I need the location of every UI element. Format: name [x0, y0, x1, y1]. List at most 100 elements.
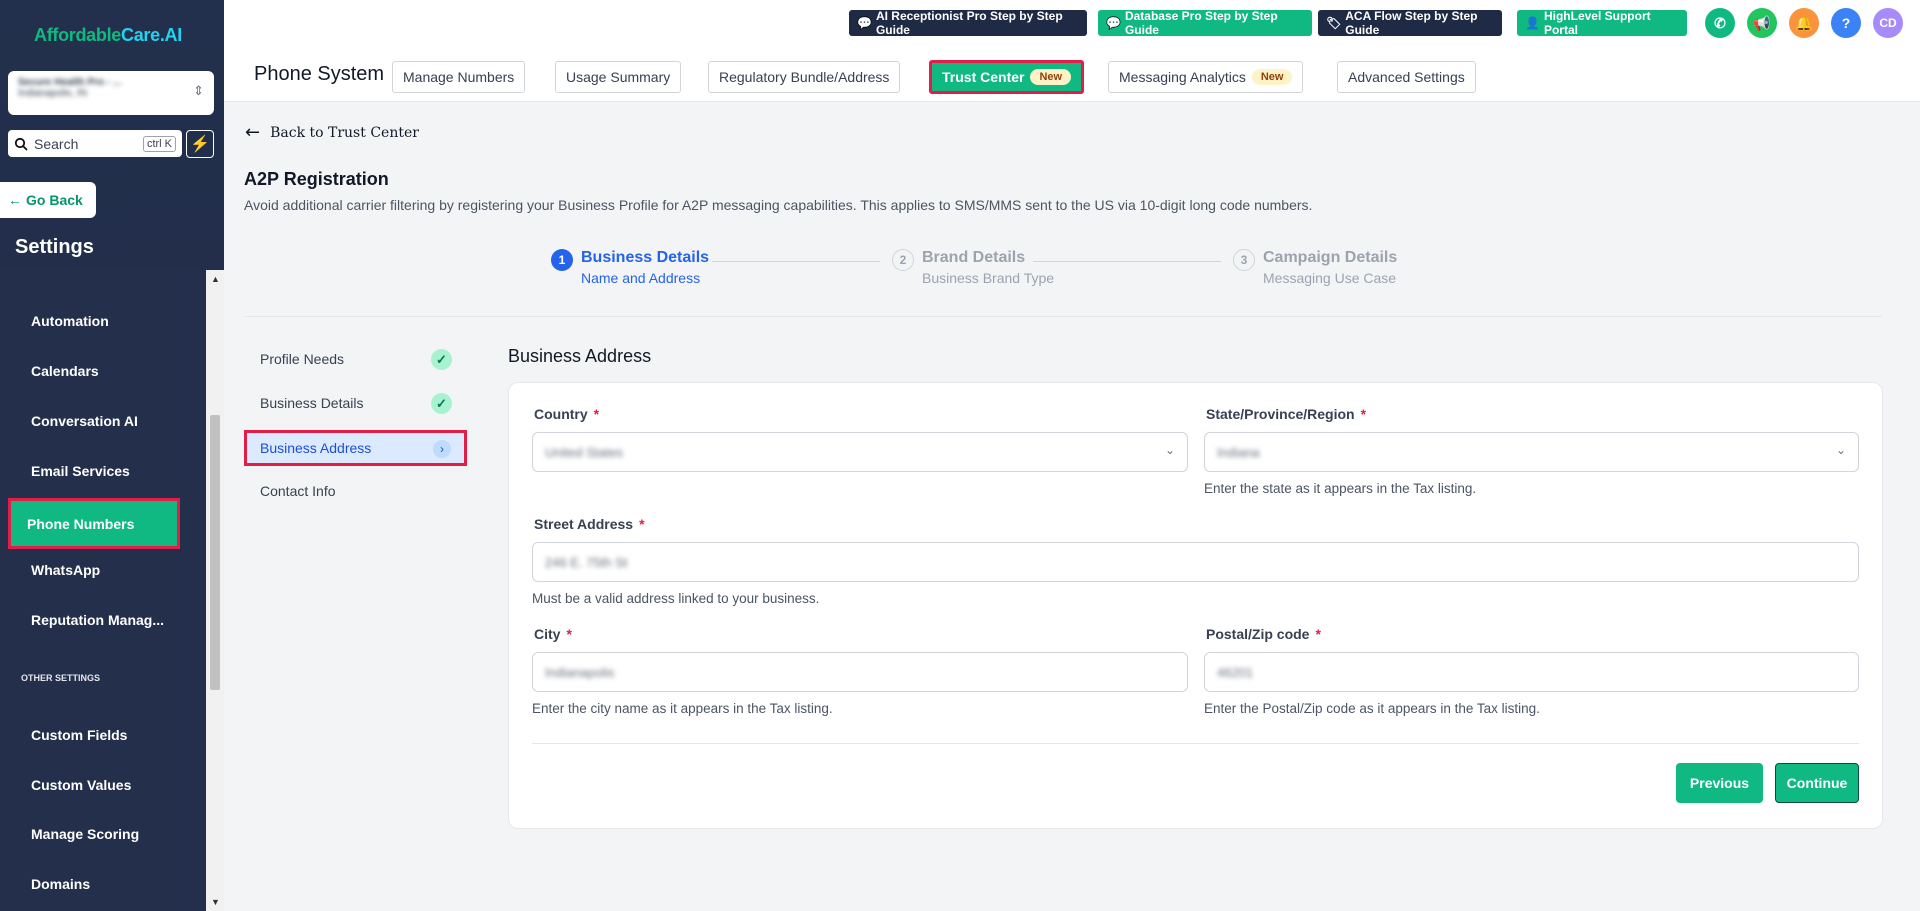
tab-messaging-analytics[interactable]: Messaging Analytics New: [1108, 61, 1304, 93]
top-bar: 💬 AI Receptionist Pro Step by Step Guide …: [224, 0, 1920, 48]
phone-icon[interactable]: ✆: [1705, 8, 1735, 38]
new-badge: New: [1030, 69, 1072, 85]
chevron-right-icon: ›: [433, 440, 451, 458]
country-select[interactable]: United States ⌄: [532, 432, 1188, 472]
step-connector: [712, 261, 880, 262]
tab-label: Usage Summary: [566, 69, 671, 85]
label-text: Postal/Zip code: [1206, 626, 1310, 642]
scrollbar-thumb[interactable]: [210, 415, 220, 690]
chat-icon: 💬: [857, 16, 872, 30]
sidebar-item-whatsapp[interactable]: WhatsApp: [31, 562, 100, 578]
zip-help: Enter the Postal/Zip code as it appears …: [1204, 701, 1540, 716]
chat-icon: 💬: [1106, 16, 1121, 30]
support-portal-label: HighLevel Support Portal: [1543, 9, 1651, 37]
subnav-business-address[interactable]: Business Address ›: [244, 430, 467, 466]
megaphone-icon[interactable]: 📢: [1747, 8, 1777, 38]
back-to-trust-center-link[interactable]: ← Back to Trust Center: [245, 122, 419, 143]
sidebar-item-domains[interactable]: Domains: [31, 876, 90, 892]
ai-receptionist-guide-label: AI Receptionist Pro Step by Step Guide: [875, 9, 1063, 37]
tab-label: Trust Center: [942, 69, 1025, 85]
state-select[interactable]: Indiana ⌄: [1204, 432, 1859, 472]
page-title: Phone System: [254, 63, 385, 85]
chevron-down-icon: ⌄: [1164, 443, 1175, 457]
street-help: Must be a valid address linked to your b…: [532, 591, 820, 606]
account-switcher[interactable]: Secure Health Pro - ... Indianapolis, IN…: [8, 71, 214, 115]
section-description: Avoid additional carrier filtering by re…: [244, 197, 1313, 213]
scroll-up-icon[interactable]: ▲: [211, 274, 220, 284]
subnav-contact-info[interactable]: Contact Info: [260, 483, 336, 499]
tag-icon: 🏷: [1326, 16, 1342, 30]
sidebar-item-calendars[interactable]: Calendars: [31, 363, 99, 379]
sidebar: AffordableCare.AI Secure Health Pro - ..…: [0, 0, 224, 911]
sidebar-item-email-services[interactable]: Email Services: [31, 463, 130, 479]
other-settings-label: OTHER SETTINGS: [21, 673, 101, 683]
country-value: United States: [545, 444, 624, 460]
account-location: Indianapolis, IN: [18, 88, 87, 99]
step-connector: [1033, 261, 1221, 262]
search-shortcut: ctrl K: [142, 135, 176, 152]
sidebar-item-manage-scoring[interactable]: Manage Scoring: [31, 826, 139, 842]
sidebar-item-custom-fields[interactable]: Custom Fields: [31, 727, 127, 743]
sidebar-scrollbar[interactable]: ▲ ▼: [206, 270, 224, 911]
tab-manage-numbers[interactable]: Manage Numbers: [392, 61, 526, 93]
account-name: Secure Health Pro - ...: [18, 77, 122, 88]
step-title: Brand Details: [922, 249, 1026, 266]
city-value: Indianapolis: [545, 664, 615, 680]
street-value: 246 E. 75th St: [545, 554, 628, 570]
label-text: State/Province/Region: [1206, 406, 1355, 422]
bell-icon[interactable]: 🔔: [1789, 8, 1819, 38]
previous-button[interactable]: Previous: [1676, 763, 1763, 803]
zip-value: 46201: [1217, 664, 1254, 680]
database-guide-label: Database Pro Step by Step Guide: [1124, 9, 1278, 37]
street-label: Street Address *: [534, 516, 645, 532]
go-back-button[interactable]: ← Go Back: [0, 182, 96, 218]
subnav-business-details[interactable]: Business Details: [260, 395, 364, 411]
sidebar-item-phone-numbers[interactable]: Phone Numbers: [8, 498, 180, 549]
check-icon: ✓: [431, 393, 452, 414]
search-input[interactable]: Search ctrl K: [8, 130, 182, 157]
section-heading: A2P Registration: [244, 169, 389, 189]
country-label: Country *: [534, 406, 599, 422]
zip-label: Postal/Zip code *: [1206, 626, 1321, 642]
step-number: 3: [1233, 249, 1255, 271]
arrow-left-icon: ←: [245, 122, 261, 143]
ai-receptionist-guide-button[interactable]: 💬 AI Receptionist Pro Step by Step Guide: [849, 9, 1087, 37]
tab-advanced-settings[interactable]: Advanced Settings: [1337, 61, 1476, 93]
chevron-down-icon: ⌄: [1835, 443, 1846, 457]
tab-regulatory-bundle[interactable]: Regulatory Bundle/Address: [708, 61, 901, 93]
step-title: Campaign Details: [1263, 249, 1398, 266]
label-text: Street Address: [534, 516, 634, 532]
tab-trust-center[interactable]: Trust Center New: [929, 60, 1085, 94]
sidebar-item-reputation[interactable]: Reputation Manag...: [31, 612, 164, 628]
street-address-input[interactable]: 246 E. 75th St: [532, 542, 1859, 582]
city-label: City *: [534, 626, 572, 642]
sidebar-item-automation[interactable]: Automation: [31, 313, 109, 329]
tab-usage-summary[interactable]: Usage Summary: [555, 61, 682, 93]
tab-label: Messaging Analytics: [1119, 69, 1246, 85]
sidebar-item-custom-values[interactable]: Custom Values: [31, 777, 131, 793]
user-icon: 👤: [1525, 16, 1540, 30]
sidebar-item-conversation-ai[interactable]: Conversation AI: [31, 413, 138, 429]
subnav-label: Business Address: [260, 440, 372, 456]
scroll-down-icon[interactable]: ▼: [211, 897, 220, 907]
subnav-profile-needs[interactable]: Profile Needs: [260, 351, 344, 367]
check-icon: ✓: [431, 349, 452, 370]
avatar[interactable]: CD: [1873, 8, 1903, 38]
continue-button[interactable]: Continue: [1775, 763, 1859, 803]
step-business-details: 1 Business Details Name and Address: [551, 249, 709, 286]
tab-label: Advanced Settings: [1348, 69, 1465, 85]
zip-input[interactable]: 46201: [1204, 652, 1859, 692]
required-mark: *: [639, 516, 645, 532]
city-input[interactable]: Indianapolis: [532, 652, 1188, 692]
aca-flow-guide-button[interactable]: 🏷 ACA Flow Step by Step Guide: [1318, 9, 1502, 37]
help-icon[interactable]: ?: [1831, 8, 1861, 38]
label-text: City: [534, 626, 561, 642]
database-guide-button[interactable]: 💬 Database Pro Step by Step Guide: [1098, 9, 1312, 37]
aca-flow-guide-label: ACA Flow Step by Step Guide: [1345, 9, 1478, 37]
logo: AffordableCare.AI: [34, 25, 182, 45]
label-text: Country: [534, 406, 588, 422]
go-back-label: Go Back: [26, 192, 83, 208]
support-portal-button[interactable]: 👤 HighLevel Support Portal: [1517, 9, 1687, 37]
quick-actions-button[interactable]: ⚡: [186, 130, 214, 158]
required-mark: *: [593, 406, 600, 422]
